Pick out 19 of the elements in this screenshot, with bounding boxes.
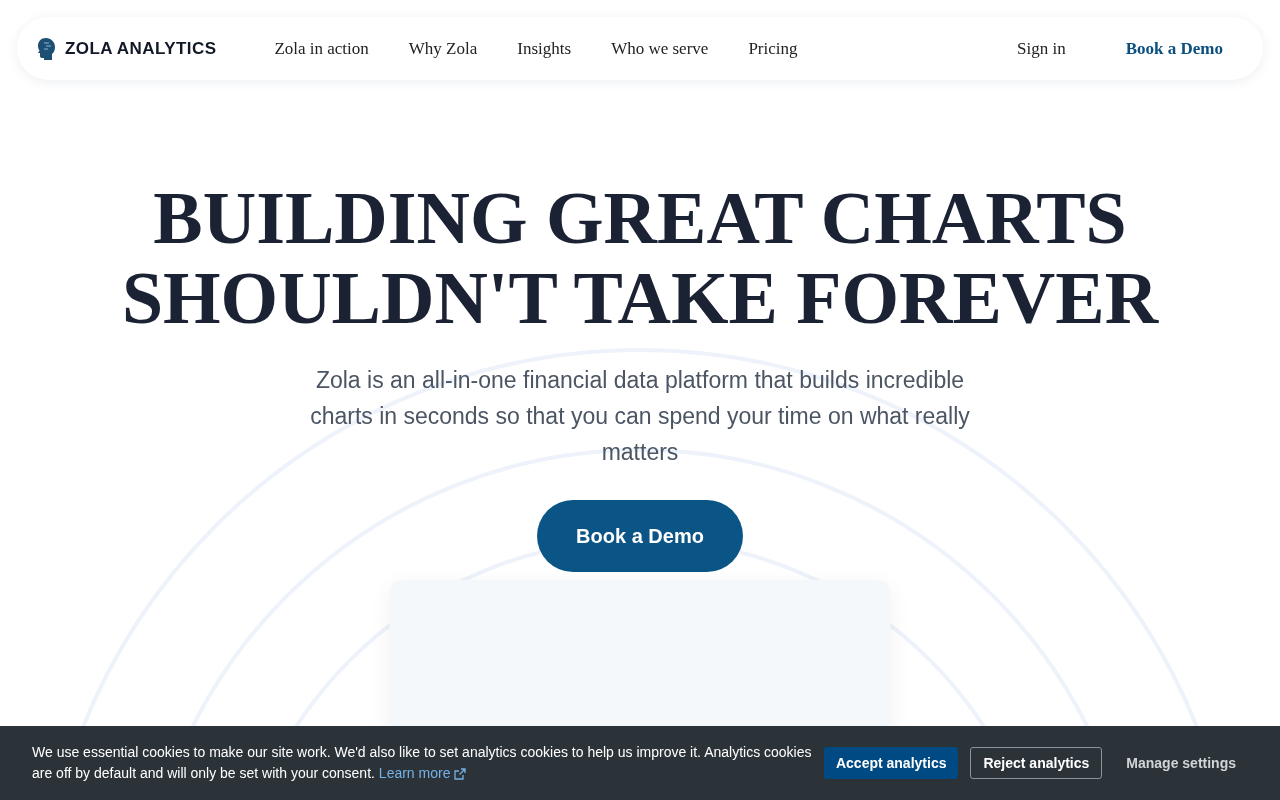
sign-in-link[interactable]: Sign in <box>1017 35 1066 62</box>
nav-link[interactable]: Why Zola <box>408 35 478 62</box>
hero-headline: SHOULDN'T TAKE FOREVER <box>121 258 1159 338</box>
nav-link[interactable]: Pricing <box>748 35 798 62</box>
external-link-icon <box>454 767 467 780</box>
nav-link[interactable]: Zola in action <box>274 35 369 62</box>
manage-settings-button[interactable]: Manage settings <box>1114 747 1248 779</box>
logo-text: ZOLA ANALYTICS <box>65 37 217 60</box>
cookie-message: We use essential cookies to make our site work. We'd also like to set analytics cookies to help us improve it. Analytics cookies are off by default and will only be set with your consent. Learn more <box>32 742 812 784</box>
head-profile-icon <box>37 36 55 61</box>
hero-subtitle: Zola is an all-in-one financial data platform that builds incredible charts in seconds so that you can spend your time on what really matters <box>309 366 971 467</box>
nav-link[interactable]: Insights <box>517 35 572 62</box>
reject-analytics-button[interactable]: Reject analytics <box>970 747 1103 779</box>
accept-analytics-button[interactable]: Accept analytics <box>823 747 959 779</box>
book-demo-link[interactable]: Book a Demo <box>1125 35 1223 62</box>
nav-link[interactable]: Who we serve <box>611 35 709 62</box>
learn-more-link[interactable]: Learn more <box>378 763 467 784</box>
book-demo-button[interactable]: Book a Demo <box>537 500 743 572</box>
hero-headline: BUILDING GREAT CHARTS <box>153 178 1127 258</box>
